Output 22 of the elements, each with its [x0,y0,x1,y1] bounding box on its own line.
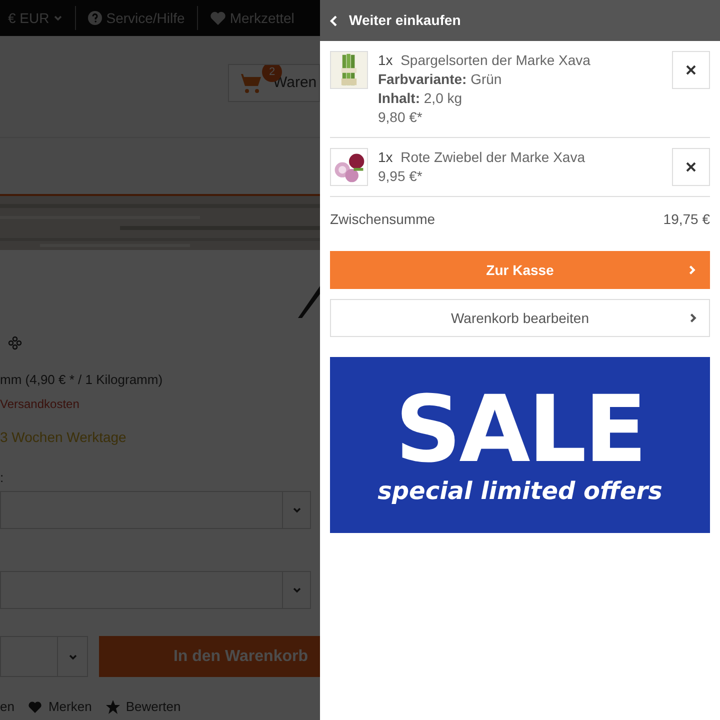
continue-shopping-button[interactable]: Weiter einkaufen [320,0,720,41]
remove-item-button[interactable] [672,148,710,186]
delivery-time-text: 3 Wochen Werktage [0,428,128,447]
item-title[interactable]: 1x Spargelsorten der Marke Xava [378,51,662,70]
item-detail: Farbvariante: Grün [378,70,503,89]
option-label: : [0,468,4,486]
subtotal-value: 19,75 € [663,210,710,229]
chevron-left-icon [329,14,339,26]
close-icon [686,65,696,75]
close-icon [686,162,696,172]
subtotal-label: Zwischensumme [330,210,436,229]
unit-price-text: mm (4,90 € * / 1 Kilogramm) [0,371,164,389]
item-detail: Inhalt: 2,0 kg [378,89,464,108]
sale-banner[interactable]: SALE special limited offers [330,357,710,533]
banner-headline: SALE [395,384,645,476]
checkout-button[interactable]: Zur Kasse [330,251,710,289]
item-title[interactable]: 1x Rote Zwiebel der Marke Xava [378,148,662,167]
edit-cart-button[interactable]: Warenkorb bearbeiten [330,299,710,337]
item-price: 9,95 €* [378,167,424,186]
remove-item-button[interactable] [672,51,710,89]
banner-tagline: special limited offers [378,476,662,506]
item-price: 9,80 €* [378,108,424,127]
